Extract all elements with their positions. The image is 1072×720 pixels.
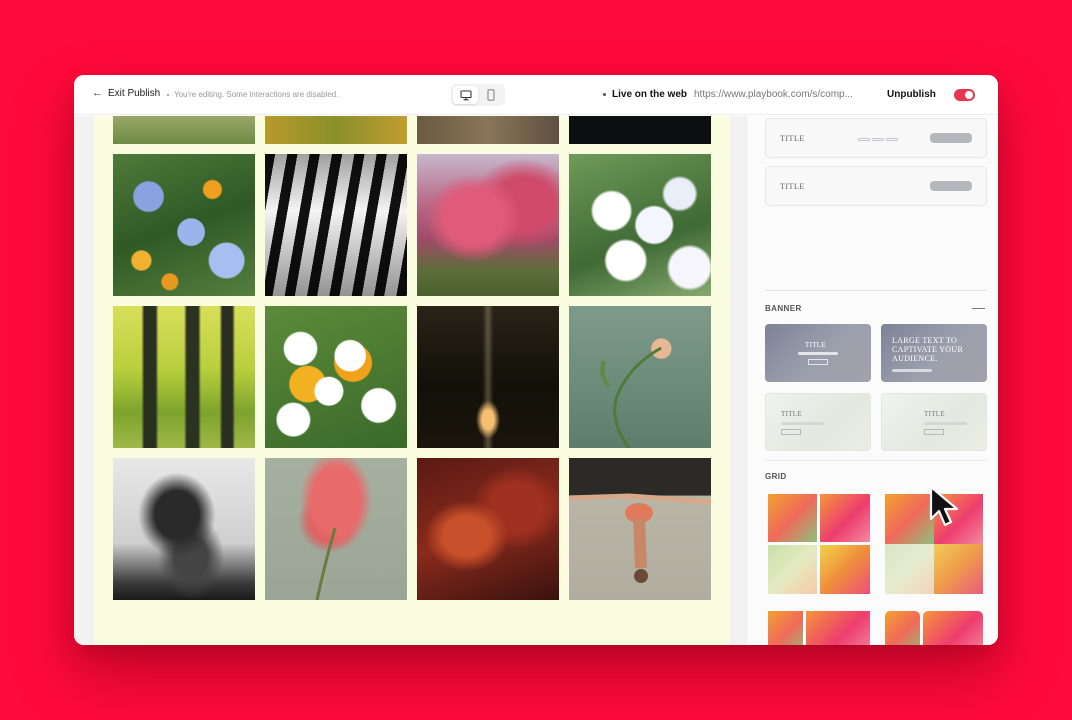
live-status: Live on the web (603, 89, 687, 100)
photo-tile[interactable] (569, 116, 711, 144)
banner-large-text: LARGE TEXT TO CAPTIVATE YOUR AUDIENCE. (892, 336, 964, 363)
device-toggle (451, 84, 505, 106)
page-canvas (74, 116, 746, 645)
photo-tile[interactable] (265, 306, 407, 448)
photo-tile[interactable] (265, 154, 407, 296)
photo-tile[interactable] (113, 116, 255, 144)
banner-title: TITLE (924, 410, 945, 418)
photo-tile[interactable] (417, 154, 559, 296)
monitor-icon (459, 89, 472, 100)
banner-subtitle-line (798, 352, 838, 355)
banner-section-title: BANNER (765, 304, 802, 313)
nav-button-placeholder (930, 181, 972, 191)
nav-links-placeholder (858, 138, 898, 141)
banner-button-outline (781, 429, 801, 435)
photo-tile[interactable] (113, 458, 255, 600)
unpublish-button[interactable]: Unpublish (887, 89, 936, 100)
banner-title: TITLE (805, 341, 826, 349)
photo-tile[interactable] (569, 154, 711, 296)
nav-template-with-links[interactable]: TITLE (765, 118, 987, 158)
grid-section-title: GRID (765, 472, 787, 481)
live-dot (603, 93, 606, 96)
banner-subtitle-line (781, 422, 824, 425)
banner-button-outline (924, 429, 944, 435)
person-figure (569, 493, 711, 583)
side-panel: TITLE TITLE BANNER TITLE LARGE TEXT TO C… (746, 116, 998, 645)
exit-publish-label: Exit Publish (108, 88, 161, 99)
banner-button-outline (808, 359, 828, 365)
banner-subtitle-line (924, 422, 967, 425)
photo-tile[interactable] (417, 306, 559, 448)
published-url[interactable]: https://www.playbook.com/s/comp... (694, 89, 866, 100)
photo-tile[interactable] (417, 458, 559, 600)
photo-tile[interactable] (113, 306, 255, 448)
exit-publish-button[interactable]: ← Exit Publish (92, 87, 161, 100)
grid-template-rounded-mosaic[interactable] (885, 611, 983, 645)
separator-dot (167, 93, 169, 96)
banner-subtitle-line (892, 369, 932, 372)
photo-tile[interactable] (113, 154, 255, 296)
photo-tile[interactable] (417, 116, 559, 144)
grid-template-mosaic[interactable] (768, 611, 870, 645)
section-divider (765, 290, 987, 291)
arrow-left-icon: ← (92, 87, 103, 99)
editing-note: You're editing. Some interactions are di… (167, 90, 338, 99)
publish-toggle[interactable] (954, 89, 975, 101)
top-bar: ← Exit Publish You're editing. Some inte… (74, 75, 998, 115)
toggle-knob (965, 91, 973, 99)
mobile-view-button[interactable] (478, 86, 503, 104)
nav-template-title: TITLE (780, 134, 805, 143)
banner-template-left-light[interactable]: TITLE (765, 393, 871, 451)
banner-template-centered-dark[interactable]: TITLE (765, 324, 871, 382)
nav-template-title: TITLE (780, 182, 805, 191)
editing-note-text: You're editing. Some interactions are di… (174, 90, 339, 99)
banner-title: TITLE (781, 410, 802, 418)
banner-template-large-text[interactable]: LARGE TEXT TO CAPTIVATE YOUR AUDIENCE. (881, 324, 987, 382)
collapse-icon[interactable] (972, 308, 985, 309)
photo-tile[interactable] (569, 306, 711, 448)
section-divider (765, 460, 987, 461)
phone-icon (486, 89, 495, 101)
publish-editor-window: ← Exit Publish You're editing. Some inte… (74, 75, 998, 645)
nav-template-simple[interactable]: TITLE (765, 166, 987, 206)
photo-tile[interactable] (265, 458, 407, 600)
live-label: Live on the web (612, 89, 688, 100)
flower-stem (600, 346, 662, 448)
nav-button-placeholder (930, 133, 972, 143)
photo-tile[interactable] (569, 458, 711, 600)
mouse-cursor-icon (929, 485, 959, 527)
photo-tile[interactable] (265, 116, 407, 144)
banner-template-right-light[interactable]: TITLE (881, 393, 987, 451)
grid-template-2x2-gapped[interactable] (768, 494, 870, 594)
flower-stem (315, 527, 337, 600)
page-preview (94, 116, 730, 645)
desktop-view-button[interactable] (453, 86, 478, 104)
